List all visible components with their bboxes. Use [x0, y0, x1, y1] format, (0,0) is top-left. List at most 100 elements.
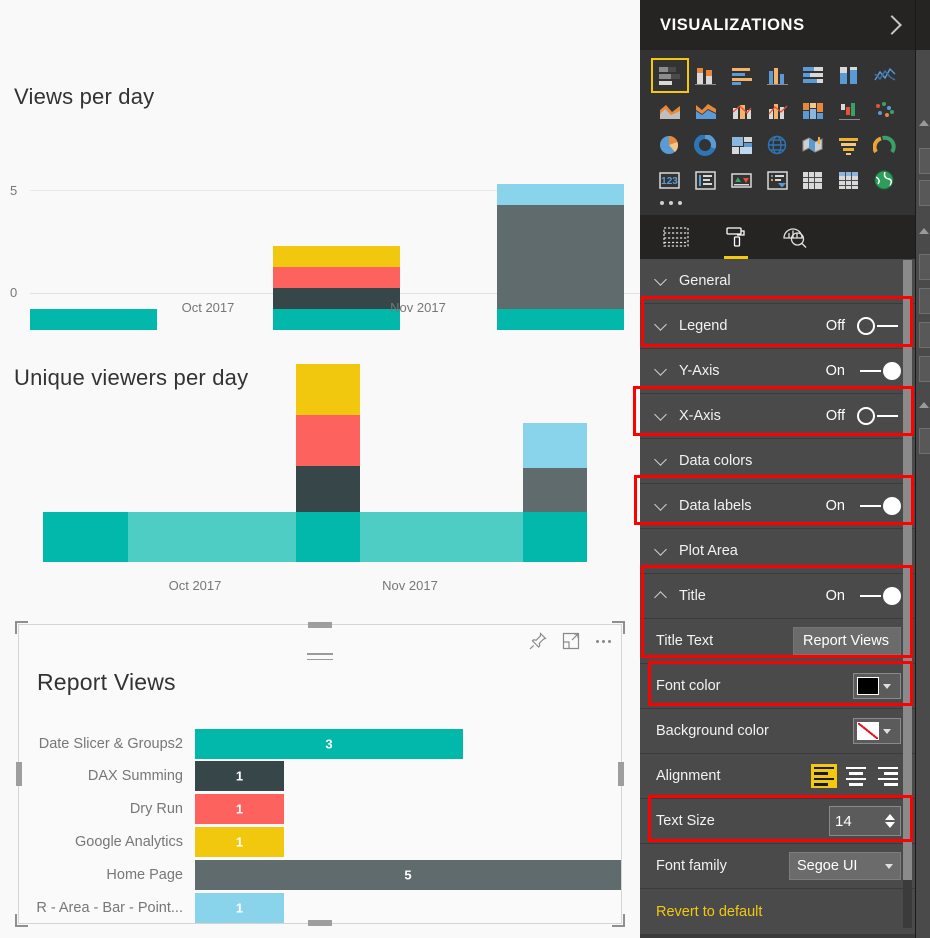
visual-icon-multi-row-card[interactable] [689, 165, 723, 196]
bar-row[interactable]: Date Slicer & Groups2 3 [19, 729, 621, 759]
visual-icon-line-and-stacked-column-chart[interactable] [725, 95, 759, 126]
bar-fill[interactable]: 1 [195, 794, 284, 824]
bar-row[interactable]: Dry Run 1 [19, 794, 621, 824]
visual-icon-donut-chart[interactable] [689, 130, 723, 161]
resize-handle-top-left[interactable] [15, 621, 28, 634]
visual-icon-filled-map[interactable] [796, 130, 830, 161]
fields-pane-item[interactable] [919, 288, 930, 314]
visual-views-per-day[interactable]: Views per day 5 0 Oct 2017 Nov 2017 [0, 0, 640, 330]
visual-icon-matrix[interactable] [832, 165, 866, 196]
visual-icon-gauge[interactable] [868, 130, 902, 161]
analytics-tab[interactable] [782, 215, 808, 259]
format-row-title[interactable]: Title On [640, 574, 915, 619]
visual-icon-area-chart[interactable] [653, 95, 687, 126]
fields-pane-item[interactable] [919, 322, 930, 348]
background-color-picker[interactable] [853, 718, 901, 744]
stepper-arrows[interactable] [885, 814, 895, 828]
chart2-xtick-1: Nov 2017 [382, 578, 438, 593]
more-visuals-ellipsis[interactable] [652, 198, 903, 211]
visual-icon-arcgis-map[interactable] [868, 165, 902, 196]
bar-row[interactable]: Home Page 5 [19, 860, 621, 890]
chart2-seg-gray [523, 468, 587, 512]
visual-icon-scatter-chart[interactable] [868, 95, 902, 126]
format-row-legend[interactable]: Legend Off [640, 304, 915, 349]
visual-icon-clustered-bar-chart[interactable] [725, 60, 759, 91]
visual-icon-table[interactable] [796, 165, 830, 196]
align-center-button[interactable] [843, 764, 869, 788]
visual-icon-line-chart[interactable] [868, 60, 902, 91]
chart2-bar-3[interactable] [523, 423, 587, 512]
format-row-general[interactable]: General [640, 259, 915, 304]
fields-tab[interactable] [662, 215, 690, 259]
bar-row[interactable]: Google Analytics 1 [19, 827, 621, 857]
bar-fill[interactable]: 3 [195, 729, 463, 759]
format-tab[interactable] [724, 215, 748, 259]
x-axis-toggle[interactable] [857, 407, 901, 425]
stepper-down-icon[interactable] [885, 822, 895, 828]
chevron-right-icon[interactable] [882, 15, 902, 35]
focus-mode-icon[interactable] [561, 631, 581, 651]
visual-icon-slicer[interactable] [761, 165, 795, 196]
title-text-input[interactable]: Report Views [793, 627, 901, 655]
align-left-button[interactable] [811, 764, 837, 788]
format-row-revert[interactable]: Revert to default [640, 889, 915, 934]
resize-handle-top-right[interactable] [612, 621, 625, 634]
visual-icon-card[interactable]: 123 [653, 165, 687, 196]
format-row-data-colors[interactable]: Data colors [640, 439, 915, 484]
bar-row[interactable]: DAX Summing 1 [19, 761, 621, 791]
stepper-up-icon[interactable] [885, 814, 895, 820]
chart1-bar-1[interactable] [30, 177, 157, 330]
visual-icon-100-percent-stacked-bar-chart[interactable] [796, 60, 830, 91]
format-row-data-labels[interactable]: Data labels On [640, 484, 915, 529]
visual-icon-line-and-clustered-column-chart[interactable] [761, 95, 795, 126]
fields-pane-item[interactable] [919, 356, 930, 382]
bar-row[interactable]: R - Area - Bar - Point... 1 [19, 893, 621, 923]
bar-fill[interactable]: 1 [195, 893, 284, 923]
fields-pane-item[interactable] [919, 254, 930, 280]
y-axis-toggle[interactable] [857, 362, 901, 380]
visual-icon-clustered-column-chart[interactable] [761, 60, 795, 91]
bar-fill[interactable]: 1 [195, 761, 284, 791]
font-color-picker[interactable] [853, 673, 901, 699]
format-pane-scrollbar[interactable] [903, 260, 912, 928]
visual-icon-treemap[interactable] [725, 130, 759, 161]
chart2-bar-2[interactable] [296, 364, 360, 512]
pin-icon[interactable] [528, 631, 548, 651]
legend-toggle[interactable] [857, 317, 901, 335]
chevron-down-icon[interactable] [919, 228, 929, 234]
align-right-button[interactable] [875, 764, 901, 788]
visual-icon-kpi[interactable] [725, 165, 759, 196]
visual-icon-stacked-area-chart[interactable] [689, 95, 723, 126]
more-options-icon[interactable] [594, 639, 613, 643]
format-row-plot-area[interactable]: Plot Area [640, 529, 915, 574]
visual-icon-100-percent-stacked-column-chart[interactable] [832, 60, 866, 91]
chart1-bar-3[interactable] [497, 177, 624, 330]
text-size-stepper[interactable]: 14 [829, 806, 901, 836]
data-labels-toggle[interactable] [857, 497, 901, 515]
visual-icon-waterfall-chart[interactable] [832, 95, 866, 126]
visual-unique-viewers-per-day[interactable]: Unique viewers per day Oct 2017 Nov 2017 [0, 330, 640, 620]
visual-icon-stacked-column-chart[interactable] [689, 60, 723, 91]
visual-icon-funnel[interactable] [832, 130, 866, 161]
bar-fill[interactable]: 5 [195, 860, 621, 890]
format-row-y-axis[interactable]: Y-Axis On [640, 349, 915, 394]
revert-to-default-link[interactable]: Revert to default [656, 904, 762, 920]
chevron-down-icon [654, 362, 667, 376]
chevron-down-icon[interactable] [919, 120, 929, 126]
title-toggle[interactable] [857, 587, 901, 605]
visual-report-views[interactable]: Report Views Date Slicer & Groups2 3 DAX… [15, 621, 625, 927]
fields-pane-item[interactable] [919, 180, 930, 206]
bar-fill[interactable]: 1 [195, 827, 284, 857]
drag-grip-icon[interactable] [307, 653, 333, 664]
visual-icon-stacked-bar-chart[interactable] [651, 58, 689, 93]
resize-handle-top[interactable] [308, 622, 332, 628]
chevron-down-icon[interactable] [919, 402, 929, 408]
visual-icon-map[interactable] [761, 130, 795, 161]
scrollbar-thumb[interactable] [903, 260, 912, 880]
visual-icon-ribbon-chart[interactable] [796, 95, 830, 126]
format-row-x-axis[interactable]: X-Axis Off [640, 394, 915, 439]
visual-icon-pie-chart[interactable] [653, 130, 687, 161]
fields-pane-item[interactable] [919, 428, 930, 454]
fields-pane-item[interactable] [919, 148, 930, 174]
font-family-dropdown[interactable]: Segoe UI [789, 852, 901, 880]
